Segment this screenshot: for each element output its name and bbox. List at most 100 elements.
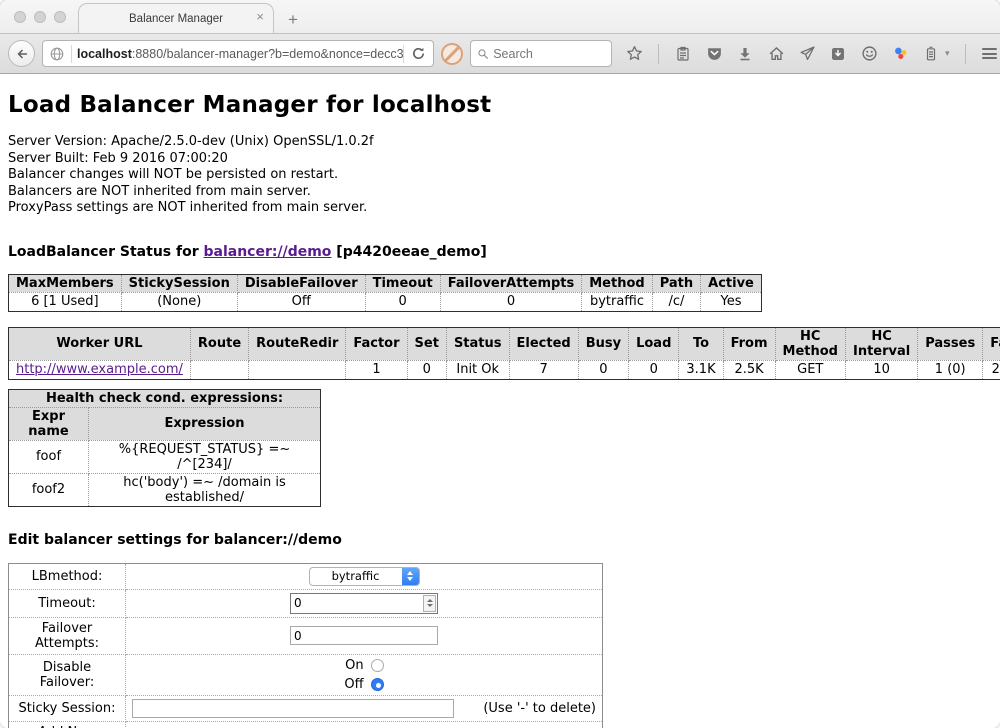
lbmethod-select[interactable]: bytraffic <box>309 567 420 586</box>
radio-on-label: On <box>345 658 363 673</box>
save-to-device-icon[interactable] <box>829 45 847 63</box>
server-built: Server Built: Feb 9 2016 07:00:20 <box>8 151 992 168</box>
sticky-session-row: Sticky Session: (Use '-' to delete) <box>9 695 603 721</box>
failover-attempts-cell <box>126 617 603 654</box>
val-worker-url: http://www.example.com/ <box>9 360 191 379</box>
balancer-demo-link[interactable]: balancer://demo <box>204 244 332 260</box>
battery-status-icon[interactable] <box>922 45 940 63</box>
val-stickysession: (None) <box>121 292 237 311</box>
disable-failover-off-radio[interactable] <box>371 678 384 691</box>
downloads-icon[interactable] <box>736 45 754 63</box>
tab-close-icon[interactable]: × <box>256 10 264 23</box>
val-path: /c/ <box>652 292 700 311</box>
health-header-row: Expr name Expression <box>9 407 321 440</box>
val-route <box>190 360 248 379</box>
failover-attempts-input[interactable] <box>290 626 438 645</box>
search-icon <box>477 47 489 61</box>
search-bar[interactable] <box>470 40 612 67</box>
timeout-row: Timeout: <box>9 589 603 617</box>
val-routeredir <box>249 360 346 379</box>
val-from: 2.5K <box>723 360 775 379</box>
window-controls[interactable] <box>14 11 66 23</box>
col-failoverattempts: FailoverAttempts <box>440 274 582 292</box>
dropdown-caret-icon[interactable]: ▾ <box>945 48 950 59</box>
failover-attempts-row: Failover Attempts: <box>9 617 603 654</box>
worker-url-link[interactable]: http://www.example.com/ <box>16 362 183 377</box>
health-title-row: Health check cond. expressions: <box>9 389 321 407</box>
adblock-icon[interactable] <box>441 43 463 65</box>
send-tab-icon[interactable] <box>798 45 816 63</box>
val-passes: 1 (0) <box>918 360 983 379</box>
back-button[interactable] <box>8 40 35 67</box>
col-busy: Busy <box>578 327 628 360</box>
pocket-icon[interactable] <box>705 45 723 63</box>
col-expression: Expression <box>89 407 321 440</box>
sticky-session-input[interactable] <box>132 699 454 718</box>
titlebar: Balancer Manager × + <box>0 0 1000 34</box>
lbmethod-cell: bytraffic <box>126 563 603 589</box>
timeout-input[interactable] <box>291 596 423 610</box>
timeout-cell <box>126 589 603 617</box>
add-worker-row: Add New Worker: Are you sure? <box>9 721 603 728</box>
health-check-table: Health check cond. expressions: Expr nam… <box>8 389 321 507</box>
search-input[interactable] <box>493 47 605 61</box>
url-domain: localhost <box>77 47 132 61</box>
col-routeredir: RouteRedir <box>249 327 346 360</box>
close-window-button[interactable] <box>14 11 26 23</box>
col-maxmembers: MaxMembers <box>9 274 122 292</box>
home-icon[interactable] <box>767 45 785 63</box>
toolbar-icons: ▾ <box>625 44 1000 64</box>
add-worker-cell: Are you sure? <box>126 721 603 728</box>
menu-hamburger-icon[interactable] <box>981 45 999 63</box>
disable-failover-on-radio[interactable] <box>371 659 384 672</box>
val-status: Init Ok <box>446 360 509 379</box>
back-arrow-icon <box>15 47 29 61</box>
toolbar-separator <box>658 44 659 64</box>
edit-balancer-form: LBmethod: bytraffic Timeout: <box>8 563 603 728</box>
minimize-window-button[interactable] <box>34 11 46 23</box>
select-stepper-icon <box>402 568 419 585</box>
col-method: Method <box>582 274 652 292</box>
radio-off-label: Off <box>344 677 363 692</box>
health-row-foof2: foof2 hc('body') =~ /domain is establish… <box>9 473 321 506</box>
col-worker-url: Worker URL <box>9 327 191 360</box>
val-fails: 2 (0) <box>983 360 1000 379</box>
col-factor: Factor <box>346 327 407 360</box>
bookmark-star-icon[interactable] <box>625 45 643 63</box>
val-expr-name-1: foof <box>9 440 89 473</box>
lbmethod-label: LBmethod: <box>9 563 126 589</box>
worker-header-row: Worker URL Route RouteRedir Factor Set S… <box>9 327 1000 360</box>
extension-colordots-icon[interactable] <box>891 45 909 63</box>
val-maxmembers: 6 [1 Used] <box>9 292 122 311</box>
server-version: Server Version: Apache/2.5.0-dev (Unix) … <box>8 134 992 151</box>
navigation-toolbar: localhost:8880/balancer-manager?b=demo&n… <box>0 34 1000 74</box>
col-timeout: Timeout <box>365 274 440 292</box>
val-to: 3.1K <box>679 360 723 379</box>
col-status: Status <box>446 327 509 360</box>
feedback-smiley-icon[interactable] <box>860 45 878 63</box>
worker-data-row: http://www.example.com/ 1 0 Init Ok 7 0 … <box>9 360 1000 379</box>
val-hc-interval: 10 <box>845 360 917 379</box>
disable-failover-row: Disable Failover: On Off <box>9 654 603 695</box>
col-disablefailover: DisableFailover <box>237 274 365 292</box>
sticky-session-cell: (Use '-' to delete) <box>126 695 603 721</box>
tab-title: Balancer Manager <box>129 13 223 25</box>
number-spinner-icon[interactable] <box>423 595 436 612</box>
health-table-title: Health check cond. expressions: <box>9 389 321 407</box>
val-expression-2: hc('body') =~ /domain is established/ <box>89 473 321 506</box>
server-info: Server Version: Apache/2.5.0-dev (Unix) … <box>8 134 992 217</box>
val-expr-name-2: foof2 <box>9 473 89 506</box>
val-load: 0 <box>629 360 679 379</box>
new-tab-button[interactable]: + <box>288 11 298 28</box>
site-identity-globe-icon[interactable] <box>43 46 71 62</box>
url-text[interactable]: localhost:8880/balancer-manager?b=demo&n… <box>72 47 403 61</box>
zoom-window-button[interactable] <box>54 11 66 23</box>
reading-list-icon[interactable] <box>674 45 692 63</box>
reload-button[interactable] <box>404 46 433 61</box>
col-route: Route <box>190 327 248 360</box>
val-elected: 7 <box>509 360 578 379</box>
tab-balancer-manager[interactable]: Balancer Manager × <box>78 3 274 33</box>
val-hc-method: GET <box>775 360 845 379</box>
balancer-data-row: 6 [1 Used] (None) Off 0 0 bytraffic /c/ … <box>9 292 762 311</box>
url-bar[interactable]: localhost:8880/balancer-manager?b=demo&n… <box>42 40 434 67</box>
